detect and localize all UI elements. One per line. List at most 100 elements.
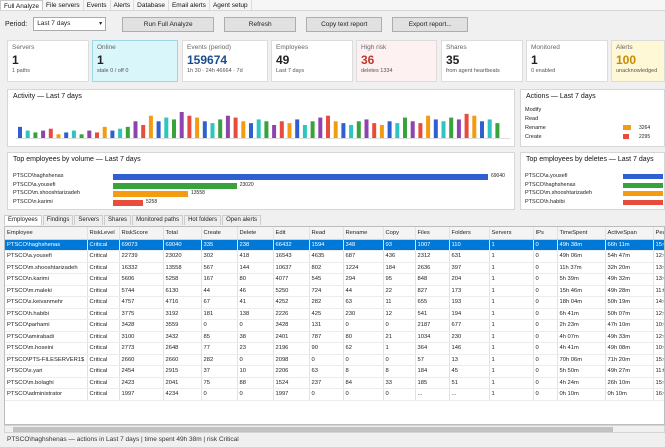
table-row[interactable]: PTSCO\n.karimi Critical 5606 5258 167 80 4077 5…	[5, 273, 664, 286]
table-cell: 2660	[163, 354, 202, 366]
table-cell: 15:00-15	[653, 377, 664, 389]
card-title: Monitored	[531, 44, 560, 51]
table-cell: 237	[309, 377, 344, 389]
volume-bar	[113, 199, 143, 206]
table-row[interactable]: PTSCO\s.keivanmehr Critical 4757 4716 67 41 42…	[5, 296, 664, 309]
card-value: 159674	[187, 53, 228, 67]
table-row[interactable]: PTSCO\m.hoseini Critical 2773 2648 77 23 2196 9…	[5, 342, 664, 355]
table-cell: 16332	[119, 262, 164, 274]
activity-bar	[441, 121, 446, 138]
run-full-analyze-button[interactable]: Run Full Analyze	[122, 16, 215, 32]
column-header[interactable]: Folders	[449, 227, 490, 240]
table-row[interactable]: PTSCO\PTS-FILESERVER1$ Critical 2660 2660 28…	[5, 354, 664, 366]
table-cell: 1	[489, 273, 534, 286]
table-cell: 54h 47m	[605, 250, 654, 263]
table-cell: 0	[343, 354, 384, 366]
tab-monitored-paths[interactable]: Monitored paths	[132, 215, 184, 225]
tab-findings[interactable]: Findings	[42, 215, 74, 225]
table-row[interactable]: PTSCO\m.shooshtarizadeh Critical 16332 1355…	[5, 262, 664, 274]
activity-bar	[148, 115, 153, 138]
table-cell: 204	[449, 273, 490, 286]
table-cell: 0	[533, 239, 558, 251]
employees-grid[interactable]: Employee RiskLevel RiskScore Total Create Del…	[4, 226, 665, 425]
table-row[interactable]: PTSCO\m.bolaghi Critical 2423 2041 75 88 1524 2…	[5, 377, 664, 389]
table-cell: 80	[237, 273, 274, 286]
table-row[interactable]: PTSCO\administrator Critical 1997 4234 0 0 199…	[5, 388, 664, 401]
table-cell: 827	[415, 285, 450, 297]
tab-open-alerts[interactable]: Open alerts	[222, 215, 262, 225]
table-row[interactable]: PTSCO\h.habibi Critical 3775 3192 181 138 2226…	[5, 308, 664, 320]
card-title: Employees	[276, 44, 309, 51]
column-header[interactable]: RiskLevel	[87, 227, 120, 240]
table-cell: 13	[449, 354, 490, 366]
table-cell: 41	[237, 296, 274, 309]
table-row[interactable]: PTSCO\haghshenas Critical 69073 69040 335 238…	[5, 239, 664, 251]
table-cell: 47h 10m	[605, 319, 654, 332]
scrollbar-thumb[interactable]	[13, 427, 613, 432]
activity-bar	[295, 119, 300, 138]
column-header[interactable]: Employee	[5, 227, 88, 240]
tab-events[interactable]: Events	[84, 0, 111, 10]
table-cell: 2226	[273, 308, 310, 320]
column-header[interactable]: Copy	[383, 227, 416, 240]
table-cell: PTSCO\m.shooshtarizadeh	[5, 262, 88, 274]
column-header[interactable]: Edit	[273, 227, 310, 240]
table-row[interactable]: PTSCO\amirabadi Critical 3100 3432 85 38 2401 7…	[5, 331, 664, 343]
table-cell: 62	[343, 342, 384, 355]
table-cell: 0	[533, 319, 558, 332]
action-row: Rename 3264	[525, 123, 655, 132]
table-row[interactable]: PTSCO\a.yousefi Critical 22739 23020 302 418 1…	[5, 250, 664, 263]
tab-full-analyze[interactable]: Full Analyze	[0, 0, 44, 10]
column-header[interactable]: Read	[309, 227, 344, 240]
activity-title: Activity — Last 7 days	[13, 93, 82, 100]
tab-email-alerts[interactable]: Email alerts	[169, 0, 210, 10]
table-cell: 0	[533, 354, 558, 366]
column-header[interactable]: IPs	[533, 227, 558, 240]
period-select[interactable]: Last 7 days ▾	[33, 17, 107, 31]
activity-bar	[364, 119, 369, 138]
activity-bar	[433, 119, 438, 138]
column-header[interactable]: TimeSpent	[557, 227, 606, 240]
table-cell: 10	[237, 365, 274, 378]
table-row[interactable]: PTSCO\m.maleki Critical 5744 6130 44 46 5250 72…	[5, 285, 664, 297]
tab-employees[interactable]: Employees	[4, 215, 42, 225]
table-cell: 4757	[119, 296, 164, 309]
copy-text-report-button[interactable]: Copy text report	[306, 16, 383, 32]
card-sub: unacknowledged	[616, 68, 658, 74]
tab-shares[interactable]: Shares	[104, 215, 132, 225]
column-header[interactable]: ActiveSpan	[605, 227, 654, 240]
column-header[interactable]: PeakHou	[653, 227, 664, 240]
table-cell: 6130	[163, 285, 202, 297]
column-header[interactable]: Files	[415, 227, 450, 240]
table-cell: 0	[533, 250, 558, 263]
tab-database[interactable]: Database	[134, 0, 169, 10]
refresh-button[interactable]: Refresh	[224, 16, 297, 32]
column-header[interactable]: RiskScore	[119, 227, 164, 240]
horizontal-scrollbar[interactable]	[4, 425, 665, 433]
tab-file-servers[interactable]: File servers	[43, 0, 84, 10]
table-row[interactable]: PTSCO\s.yari Critical 2454 2915 37 10 2206 63 8 8…	[5, 365, 664, 378]
column-header[interactable]: Delete	[237, 227, 274, 240]
tab-hot-folders[interactable]: Hot folders	[184, 215, 222, 225]
table-cell: 194	[449, 308, 490, 320]
column-header[interactable]: Servers	[489, 227, 534, 240]
table-cell: 184	[383, 262, 416, 274]
table-cell: 51	[449, 377, 490, 389]
actions-panel: Actions — Last 7 days Modify Read Rename 32…	[520, 89, 665, 147]
table-cell: 848	[415, 273, 450, 286]
tab-agent-setup[interactable]: Agent setup	[210, 0, 252, 10]
table-row[interactable]: PTSCO\parhami Critical 3428 3559 0 0 3428 131 0 0…	[5, 319, 664, 332]
column-header[interactable]: Rename	[343, 227, 384, 240]
activity-bar	[25, 130, 30, 138]
export-report-button[interactable]: Export report...	[392, 16, 469, 32]
activity-bar	[125, 126, 130, 138]
column-header[interactable]: Create	[201, 227, 238, 240]
tab-alerts[interactable]: Alerts	[111, 0, 135, 10]
tab-servers[interactable]: Servers	[74, 215, 104, 225]
table-cell: 131	[309, 319, 344, 332]
card-shares: Shares 35 from agent heartbeats	[441, 40, 523, 82]
table-cell: PTSCO\a.yousefi	[5, 250, 88, 263]
deletes-employee: PTSCO\a.yousefi	[525, 173, 568, 179]
action-count: 3264	[639, 124, 651, 131]
column-header[interactable]: Total	[163, 227, 202, 240]
